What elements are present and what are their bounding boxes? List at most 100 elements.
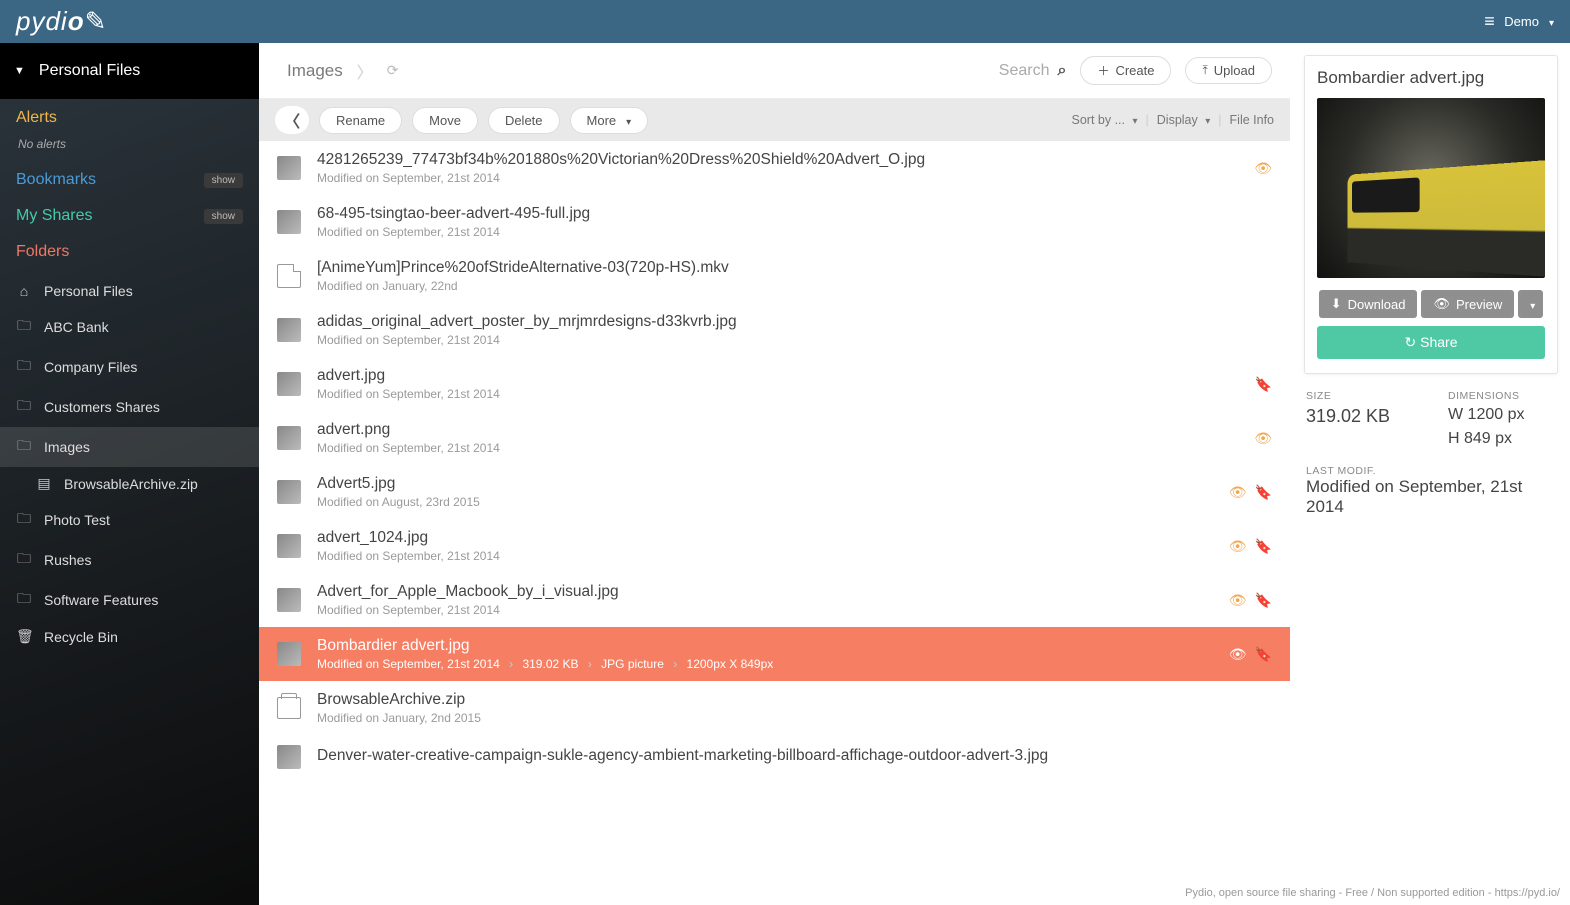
search-box[interactable]: Search ⌕ — [999, 62, 1067, 80]
file-row[interactable]: Denver-water-creative-campaign-sukle-age… — [259, 735, 1290, 779]
display-button[interactable]: Display — [1157, 113, 1211, 127]
file-row[interactable]: advert.jpg Modified on September, 21st 20… — [259, 357, 1290, 411]
workspace-header[interactable]: ▼ Personal Files — [0, 43, 259, 99]
tree-item[interactable]: 🗑 Recycle Bin — [0, 620, 259, 653]
bookmark-icon: 🔖 — [1255, 592, 1272, 609]
eye-icon: 👁 — [1229, 538, 1247, 555]
file-row[interactable]: BrowsableArchive.zipModified on January,… — [259, 681, 1290, 735]
caret-down-icon — [1526, 297, 1535, 312]
chevron-down-icon: ▼ — [14, 65, 25, 77]
file-row[interactable]: [AnimeYum]Prince%20ofStrideAlternative-0… — [259, 249, 1290, 303]
fileinfo-button[interactable]: File Info — [1230, 113, 1274, 127]
plus-icon: ＋ — [1097, 62, 1109, 79]
sort-by-button[interactable]: Sort by ... — [1072, 113, 1138, 127]
eye-icon: 👁 — [1229, 646, 1247, 663]
size-label: SIZE — [1306, 390, 1418, 402]
tree-item[interactable]: ⌂Personal Files — [0, 275, 259, 307]
eye-icon: 👁 — [1254, 430, 1272, 447]
sidebar-alerts-title[interactable]: Alerts — [16, 109, 243, 127]
tree-item-label: BrowsableArchive.zip — [64, 476, 198, 492]
tree-item[interactable]: 🗀Software Features — [0, 580, 259, 620]
download-icon: ⬇ — [1331, 296, 1342, 312]
file-name: adidas_original_advert_poster_by_mrjmrde… — [317, 313, 1256, 331]
sidebar: ▼ Personal Files Alerts No alerts Bookma… — [0, 43, 259, 905]
sidebar-folders-title[interactable]: Folders — [16, 243, 243, 261]
app-logo: pydio✎ — [16, 6, 107, 37]
file-row[interactable]: 4281265239_77473bf34b%201880s%20Victoria… — [259, 141, 1290, 195]
file-meta: Modified on September, 21st 2014 — [317, 387, 1239, 401]
file-row[interactable]: advert_1024.jpgModified on September, 21… — [259, 519, 1290, 573]
no-alerts-text: No alerts — [16, 133, 243, 159]
folder-icon: 🗀 — [16, 548, 32, 572]
upload-button[interactable]: ⤒Upload — [1185, 57, 1272, 84]
tree-item[interactable]: ▤ BrowsableArchive.zip — [0, 467, 259, 500]
size-value: 319.02 KB — [1306, 404, 1418, 429]
tree-item[interactable]: 🗀 Company Files — [0, 347, 259, 387]
user-menu[interactable]: Demo — [1484, 11, 1554, 32]
tree-item-label: Company Files — [44, 359, 137, 375]
bookmark-icon: 🔖 — [1255, 484, 1272, 501]
file-name: 68-495-tsingtao-beer-advert-495-full.jpg — [317, 205, 1256, 223]
tree-item-label: Images — [44, 439, 90, 455]
eye-icon: 👁 — [1229, 592, 1247, 609]
eye-icon: 👁 — [1433, 296, 1450, 312]
file-list: 4281265239_77473bf34b%201880s%20Victoria… — [259, 141, 1290, 905]
breadcrumb-bar: Images 〉 ⟳ Search ⌕ ＋Create ⤒Upload — [259, 43, 1290, 99]
share-button[interactable]: Share — [1317, 326, 1545, 359]
file-row[interactable]: Bombardier advert.jpgModified on Septemb… — [259, 627, 1290, 681]
breadcrumb-current[interactable]: Images — [287, 61, 343, 81]
file-meta: Modified on January, 2nd 2015 — [317, 711, 1256, 725]
file-meta: Modified on September, 21st 2014 — [317, 441, 1238, 455]
file-name: advert.jpg — [317, 367, 1239, 385]
file-row[interactable]: 68-495-tsingtao-beer-advert-495-full.jpg… — [259, 195, 1290, 249]
bookmark-icon: 🔖 — [1255, 646, 1272, 663]
move-button[interactable]: Move — [412, 107, 478, 134]
action-toolbar: 〈 Rename Move Delete More Sort by ... | … — [259, 99, 1290, 141]
lastmod-value: Modified on September, 21st 2014 — [1306, 477, 1560, 517]
tree-item-label: Customers Shares — [44, 399, 160, 415]
back-button[interactable]: 〈 — [275, 106, 309, 134]
file-row[interactable]: Advert_for_Apple_Macbook_by_i_visual.jpg… — [259, 573, 1290, 627]
footer-text: Pydio, open source file sharing - Free /… — [1185, 887, 1560, 899]
refresh-icon[interactable]: ⟳ — [387, 62, 399, 79]
folder-icon: 🗀 — [16, 355, 32, 379]
file-meta: Modified on September, 21st 2014 — [317, 603, 1213, 617]
file-row[interactable]: advert.png Modified on September, 21st 20… — [259, 411, 1290, 465]
create-button[interactable]: ＋Create — [1080, 56, 1171, 85]
tree-item[interactable]: 🗀ABC Bank — [0, 307, 259, 347]
detail-title: Bombardier advert.jpg — [1317, 68, 1545, 88]
tree-item[interactable]: 🗀Photo Test — [0, 500, 259, 540]
preview-button[interactable]: 👁Preview — [1421, 290, 1514, 318]
file-meta: Modified on January, 22nd — [317, 279, 1256, 293]
file-row[interactable]: Advert5.jpgModified on August, 23rd 2015… — [259, 465, 1290, 519]
more-button[interactable]: More — [570, 107, 649, 134]
sidebar-bookmarks-title[interactable]: Bookmarks show — [16, 171, 243, 189]
file-name: 4281265239_77473bf34b%201880s%20Victoria… — [317, 151, 1238, 169]
preview-image[interactable] — [1317, 98, 1545, 278]
file-row[interactable]: adidas_original_advert_poster_by_mrjmrde… — [259, 303, 1290, 357]
topbar: pydio✎ Demo — [0, 0, 1570, 43]
folder-icon: 🗀 — [16, 588, 32, 612]
rename-button[interactable]: Rename — [319, 107, 402, 134]
upload-icon: ⤒ — [1202, 63, 1207, 78]
download-button[interactable]: ⬇Download — [1319, 290, 1418, 318]
file-name: advert.png — [317, 421, 1238, 439]
tree-item[interactable]: 🗀Rushes — [0, 540, 259, 580]
tree-item[interactable]: 🗀 Customers Shares — [0, 387, 259, 427]
breadcrumb-sep-icon: 〉 — [357, 59, 373, 83]
show-bookmarks-button[interactable]: show — [204, 173, 243, 188]
tree-item-label: ABC Bank — [44, 319, 109, 335]
tree-item[interactable]: 🗀Images — [0, 427, 259, 467]
file-name: [AnimeYum]Prince%20ofStrideAlternative-0… — [317, 259, 1256, 277]
trash-icon: 🗑 — [16, 628, 32, 645]
sidebar-myshares-title[interactable]: My Shares show — [16, 207, 243, 225]
more-actions-button[interactable] — [1518, 290, 1543, 318]
tree-item-label: Recycle Bin — [44, 629, 118, 645]
eye-icon: 👁 — [1254, 160, 1272, 177]
caret-down-icon — [622, 113, 631, 128]
delete-button[interactable]: Delete — [488, 107, 560, 134]
file-icon: ▤ — [36, 475, 52, 492]
menu-icon — [1484, 11, 1498, 32]
folder-icon: 🗀 — [16, 395, 32, 419]
show-shares-button[interactable]: show — [204, 209, 243, 224]
